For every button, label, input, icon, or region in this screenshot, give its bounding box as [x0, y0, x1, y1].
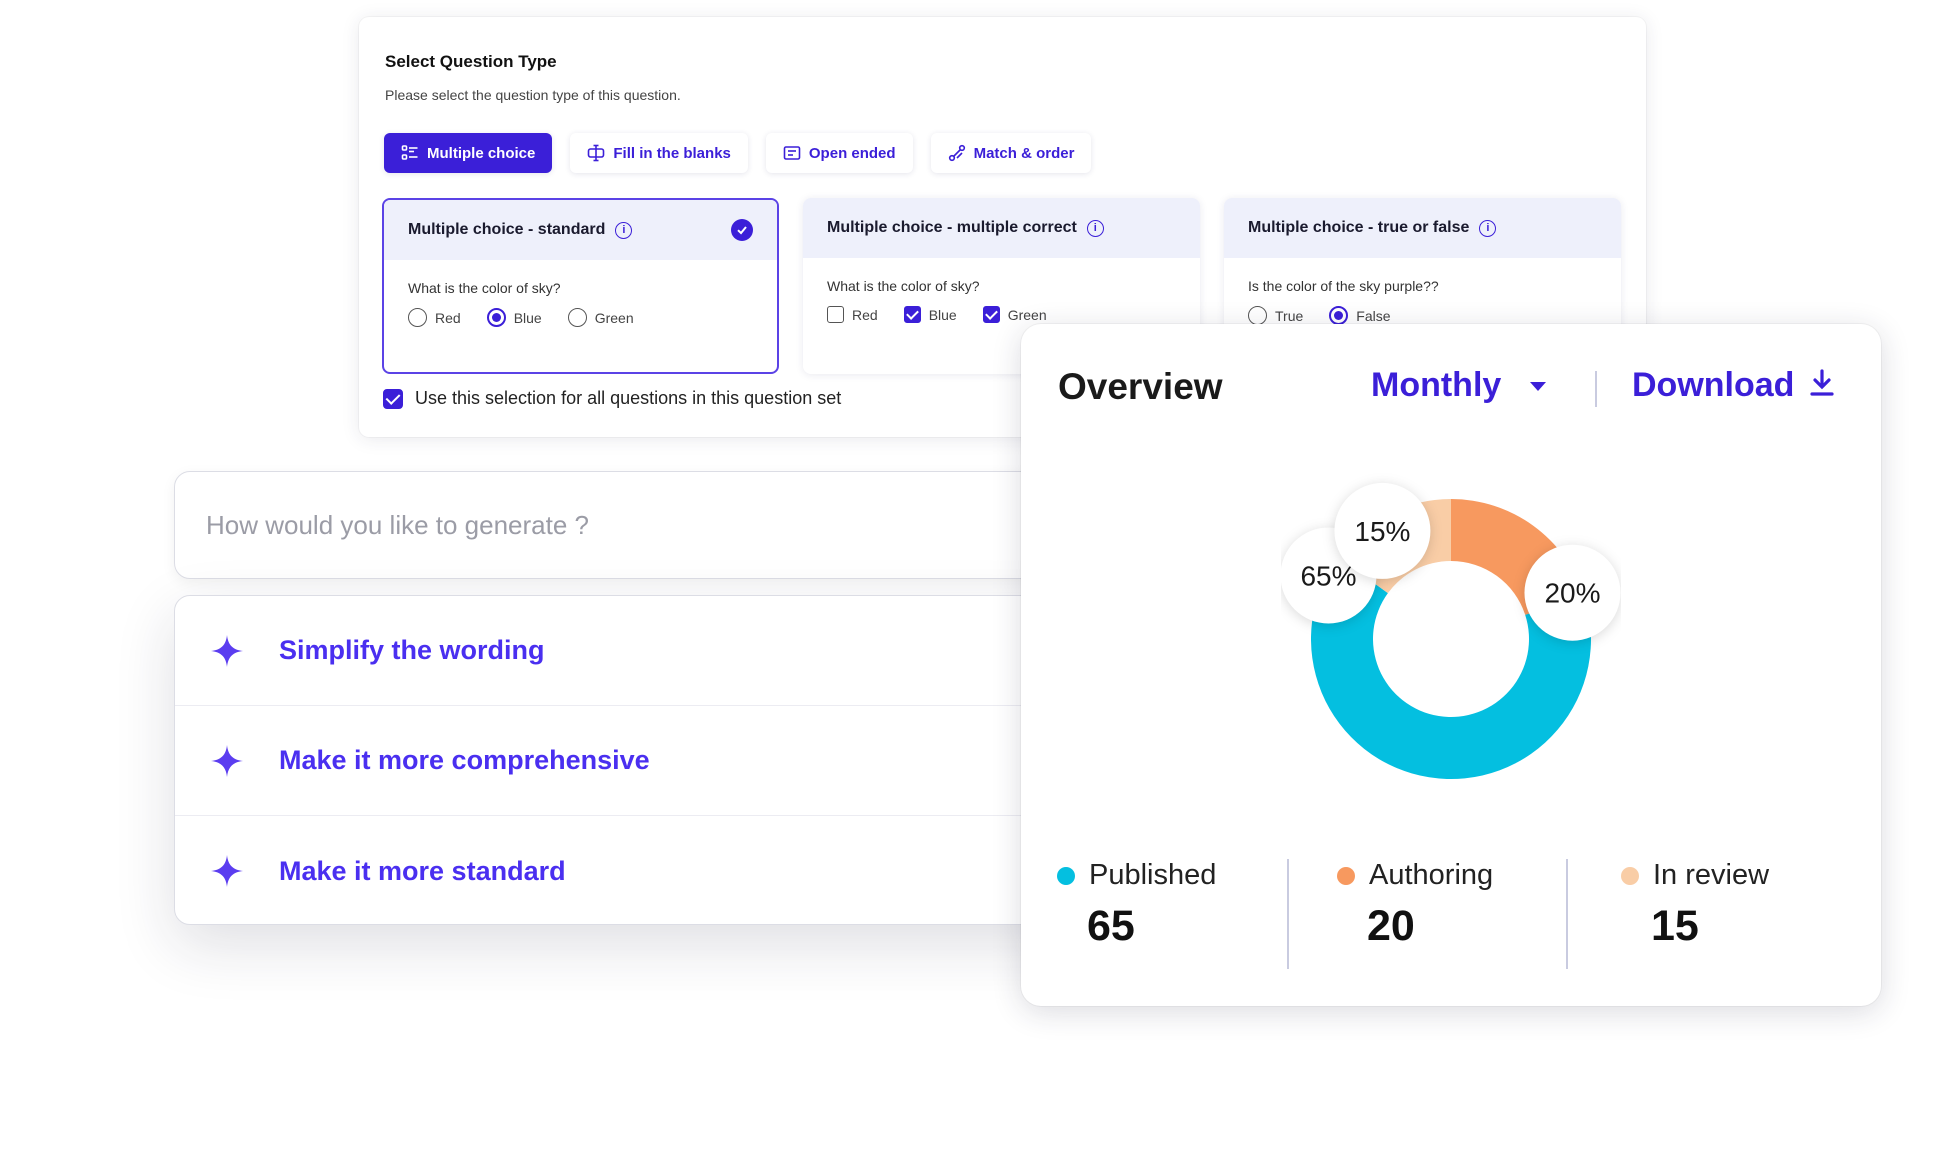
option-title: Multiple choice - standard — [408, 221, 606, 238]
radio-icon — [1329, 306, 1349, 325]
choice-checkbox[interactable]: Green — [982, 306, 1047, 323]
sparkle-icon — [211, 855, 243, 887]
legend-label: Authoring — [1369, 859, 1494, 891]
checkbox-icon — [903, 306, 921, 323]
option-header: Multiple choice - multiple correct i — [803, 198, 1200, 258]
type-label: Open ended — [808, 144, 896, 162]
option-choices: True False — [1248, 306, 1391, 325]
type-multiple-choice-button[interactable]: Multiple choice — [384, 133, 553, 173]
option-header: Multiple choice - standard i — [384, 200, 777, 260]
info-icon[interactable]: i — [1086, 219, 1104, 237]
info-icon[interactable]: i — [615, 221, 633, 239]
connect-icon — [948, 144, 965, 162]
type-fill-blanks-button[interactable]: Fill in the blanks — [570, 133, 748, 173]
type-open-ended-button[interactable]: Open ended — [765, 133, 913, 173]
legend-dot — [1057, 866, 1075, 885]
divider — [1566, 859, 1568, 969]
question-type-subtitle: Please select the question type of this … — [385, 87, 681, 103]
checkbox-icon — [827, 306, 844, 323]
choice-label: Red — [852, 306, 878, 323]
donut-chart: 65% 20% 15% — [1281, 482, 1621, 779]
choice-radio[interactable]: Red — [408, 308, 461, 327]
svg-text:65%: 65% — [1300, 560, 1356, 591]
donut-label-authoring: 20% — [1524, 544, 1621, 641]
donut-label-in-review: 15% — [1334, 482, 1431, 579]
chevron-down-icon[interactable] — [1530, 382, 1546, 391]
legend-value: 20 — [1367, 902, 1415, 950]
question-type-title: Select Question Type — [385, 52, 557, 71]
suggestion-label: Make it more comprehensive — [279, 745, 650, 775]
option-choices: Red Blue Green — [408, 308, 634, 327]
option-title: Multiple choice - multiple correct — [827, 219, 1077, 236]
suggestion-label: Simplify the wording — [279, 635, 545, 665]
question-type-tabs: Multiple choice Fill in the blanks Open … — [384, 133, 1092, 173]
suggestion-label: Make it more standard — [279, 855, 566, 886]
checkbox-icon — [982, 306, 1000, 323]
type-label: Fill in the blanks — [613, 144, 731, 162]
option-question: What is the color of sky? — [408, 280, 561, 296]
legend-label: In review — [1653, 859, 1770, 891]
download-icon[interactable] — [1807, 368, 1837, 398]
sparkle-icon — [211, 744, 243, 777]
choice-radio[interactable]: False — [1329, 306, 1391, 325]
selected-check-icon — [731, 219, 753, 241]
choice-label: Blue — [928, 306, 957, 323]
divider — [1595, 371, 1597, 407]
choice-checkbox[interactable]: Red — [827, 306, 878, 323]
choice-radio[interactable]: True — [1248, 306, 1303, 325]
overview-card: Overview Monthly Download 65% 20% 15% Publ… — [1021, 324, 1881, 1006]
choice-checkbox[interactable]: Blue — [903, 306, 957, 323]
legend-value: 15 — [1651, 902, 1699, 950]
info-icon[interactable]: i — [1479, 219, 1497, 237]
choice-radio[interactable]: Blue — [486, 308, 542, 327]
choice-label: False — [1356, 307, 1391, 324]
use-all-checkbox[interactable]: Use this selection for all questions in … — [383, 388, 841, 409]
choice-label: True — [1275, 307, 1304, 324]
legend-value: 65 — [1087, 902, 1135, 950]
type-label: Match & order — [973, 144, 1075, 162]
choice-label: Red — [435, 309, 461, 326]
radio-icon — [408, 308, 427, 327]
option-title: Multiple choice - true or false — [1248, 219, 1470, 236]
svg-text:15%: 15% — [1354, 516, 1410, 547]
sparkle-icon — [211, 634, 243, 667]
list-icon — [401, 145, 418, 160]
radio-icon — [486, 308, 506, 327]
svg-text:20%: 20% — [1544, 578, 1600, 609]
option-choices: Red Blue Green — [827, 306, 1047, 323]
text-cursor-icon — [588, 144, 605, 162]
legend-label: Published — [1089, 859, 1217, 891]
legend-in-review: In review 15 — [1621, 859, 1769, 969]
choice-label: Green — [1007, 306, 1047, 323]
option-question: What is the color of sky? — [827, 278, 980, 294]
option-standard-card[interactable]: Multiple choice - standard i What is the… — [382, 198, 779, 374]
choice-label: Green — [594, 309, 634, 326]
download-button[interactable]: Download — [1632, 366, 1794, 405]
type-label: Multiple choice — [427, 144, 536, 162]
use-all-label: Use this selection for all questions in … — [415, 388, 842, 408]
legend-published: Published 65 — [1057, 859, 1216, 969]
legend-dot — [1337, 866, 1355, 885]
generate-placeholder: How would you like to generate ? — [206, 509, 590, 540]
legend-dot — [1621, 866, 1639, 885]
divider — [1287, 859, 1289, 969]
type-match-order-button[interactable]: Match & order — [930, 133, 1092, 173]
radio-icon — [1248, 306, 1267, 325]
option-header: Multiple choice - true or false i — [1224, 198, 1621, 258]
overview-title: Overview — [1058, 366, 1223, 407]
textbox-icon — [783, 146, 801, 160]
radio-icon — [567, 308, 587, 327]
choice-label: Blue — [513, 309, 542, 326]
period-dropdown[interactable]: Monthly — [1371, 366, 1501, 405]
legend-authoring: Authoring 20 — [1337, 859, 1493, 969]
choice-radio[interactable]: Green — [567, 308, 634, 327]
option-question: Is the color of the sky purple?? — [1248, 278, 1439, 294]
checkbox-icon — [383, 388, 403, 409]
